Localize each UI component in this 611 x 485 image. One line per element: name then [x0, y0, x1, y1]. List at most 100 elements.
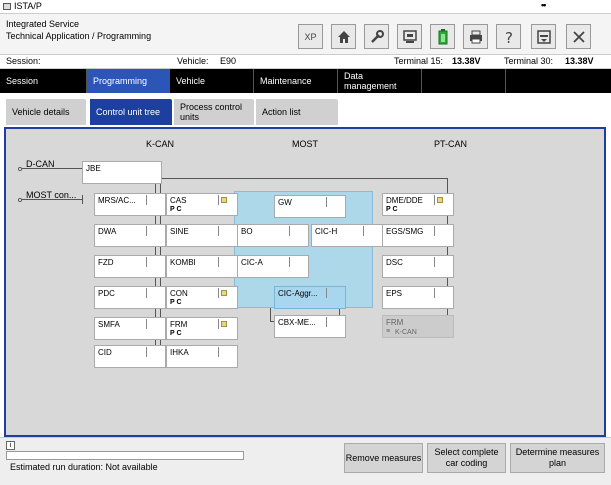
control-unit-tree-panel: K-CAN MOST PT-CAN D-CAN MOST con... JBE … [4, 127, 606, 437]
menu-empty-1 [422, 69, 506, 93]
ecu-dsc[interactable]: DSC [382, 255, 454, 278]
ecu-gw[interactable]: GW [274, 195, 346, 218]
ecu-mrs[interactable]: MRS/AC... [94, 193, 166, 216]
terminal15-label: Terminal 15: [394, 56, 444, 66]
estimated-run-duration: Estimated run duration: Not available [10, 462, 158, 472]
info-icon[interactable]: i [6, 441, 15, 450]
ecu-ihka[interactable]: IHKA [166, 345, 238, 368]
print-button[interactable] [463, 24, 488, 49]
ecu-egs-smg[interactable]: EGS/SMG [382, 224, 454, 247]
ecu-separator [146, 257, 147, 267]
ecu-kombi-label: KOMBI [170, 258, 196, 267]
home-button[interactable] [331, 24, 356, 49]
terminal15-value: 13.38V [452, 56, 481, 66]
ecu-frm-kcan-bus: K-CAN [395, 329, 417, 336]
ecu-separator [326, 288, 327, 298]
ecu-pdc[interactable]: PDC [94, 286, 166, 309]
tab-action-list[interactable]: Action list [256, 99, 338, 125]
app-icon [3, 3, 11, 10]
ecu-separator [326, 317, 327, 327]
battery-button[interactable] [430, 24, 455, 49]
window-menu-handle[interactable]: •• [541, 0, 546, 10]
ecu-frm-status-icon [221, 321, 227, 327]
ecu-smfa[interactable]: SMFA [94, 317, 166, 340]
ecu-eps[interactable]: EPS [382, 286, 454, 309]
ecu-eps-label: EPS [386, 289, 403, 298]
ecu-cbx-me-label: CBX-ME... [278, 318, 316, 327]
ecu-cic-aggr[interactable]: CIC-Aggr... [274, 286, 346, 309]
close-button[interactable] [566, 24, 591, 49]
ecu-separator [326, 197, 327, 207]
ecu-separator [218, 288, 219, 298]
session-label: Session: [6, 56, 41, 66]
menu-session[interactable]: Session [0, 69, 87, 93]
menu-maintenance[interactable]: Maintenance [254, 69, 338, 93]
sub-tabs: Vehicle details Control unit tree Proces… [0, 93, 611, 127]
ecu-mrs-label: MRS/AC... [98, 196, 136, 205]
ecu-cbx-me[interactable]: CBX-ME... [274, 315, 346, 338]
ecu-frm[interactable]: FRM P C [166, 317, 238, 340]
wrench-button[interactable] [364, 24, 389, 49]
xp-button[interactable]: XP [298, 24, 323, 49]
ecu-separator [434, 195, 435, 205]
menu-programming[interactable]: Programming [87, 69, 170, 93]
minimize-button[interactable] [531, 24, 556, 49]
ecu-dwa[interactable]: DWA [94, 224, 166, 247]
ecu-fzd[interactable]: FZD [94, 255, 166, 278]
tab-vehicle-details[interactable]: Vehicle details [6, 99, 86, 125]
ecu-jbe-label: JBE [86, 164, 101, 173]
ecu-cic-a-label: CIC-A [241, 258, 263, 267]
ecu-cic-h[interactable]: CIC-H [311, 224, 383, 247]
ecu-cic-aggr-label: CIC-Aggr... [278, 289, 318, 298]
vehicle-info-button[interactable] [397, 24, 422, 49]
tab-process-control-units[interactable]: Process control units [174, 99, 254, 125]
ecu-dme-dde[interactable]: DME/DDE P C [382, 193, 454, 216]
ecu-dme-dde-pc: P C [386, 206, 398, 213]
ecu-pdc-label: PDC [98, 289, 115, 298]
ecu-cid-label: CID [98, 348, 112, 357]
menu-session-label: Session [6, 76, 39, 86]
select-car-coding-button[interactable]: Select complete car coding [427, 443, 506, 473]
ecu-cic-a[interactable]: CIC-A [237, 255, 309, 278]
printer-icon [469, 30, 482, 43]
determine-measures-plan-button[interactable]: Determine measures plan [510, 443, 605, 473]
help-button[interactable]: ? [496, 24, 521, 49]
minimize-icon [536, 29, 551, 44]
ecu-con[interactable]: CON P C [166, 286, 238, 309]
ecu-fzd-label: FZD [98, 258, 114, 267]
remove-measures-button[interactable]: Remove measures [344, 443, 423, 473]
tab-vehicle-details-label: Vehicle details [12, 107, 70, 117]
ecu-cas-status-icon [221, 197, 227, 203]
ecu-separator [289, 257, 290, 267]
ecu-sine[interactable]: SINE [166, 224, 238, 247]
close-icon [572, 30, 585, 43]
bus-header-kcan: K-CAN [146, 139, 175, 149]
menu-empty-2 [506, 69, 611, 93]
vehicle-value: E90 [220, 56, 237, 66]
ecu-gw-label: GW [278, 198, 292, 207]
ecu-separator [218, 195, 219, 205]
ecu-cid[interactable]: CID [94, 345, 166, 368]
terminal30-value: 13.38V [565, 56, 594, 66]
ecu-separator [434, 226, 435, 236]
main-menu: Session Programming Vehicle Maintenance … [0, 69, 611, 93]
ecu-separator [218, 347, 219, 357]
tab-control-unit-tree[interactable]: Control unit tree [90, 99, 172, 125]
tab-process-control-units-label: Process control units [180, 102, 243, 122]
window-title: ISTA/P [14, 1, 42, 11]
session-bar: Session: Vehicle: E90 Terminal 15: 13.38… [0, 55, 611, 69]
most-connector-line [22, 199, 82, 200]
menu-vehicle[interactable]: Vehicle [170, 69, 254, 93]
ecu-dsc-label: DSC [386, 258, 403, 267]
menu-data-management[interactable]: Data management [338, 69, 422, 93]
ecu-con-pc: P C [170, 299, 182, 306]
wrench-icon [370, 29, 384, 43]
ecu-dme-dde-status-icon [437, 197, 443, 203]
ecu-separator [146, 195, 147, 205]
ecu-cas[interactable]: CAS P C [166, 193, 238, 216]
ecu-jbe[interactable]: JBE [82, 161, 162, 184]
ecu-separator [146, 319, 147, 329]
ecu-kombi[interactable]: KOMBI [166, 255, 238, 278]
ecu-bo[interactable]: BO [237, 224, 309, 247]
ecu-frm-kcan[interactable]: FRM ≡ K-CAN [382, 315, 454, 338]
